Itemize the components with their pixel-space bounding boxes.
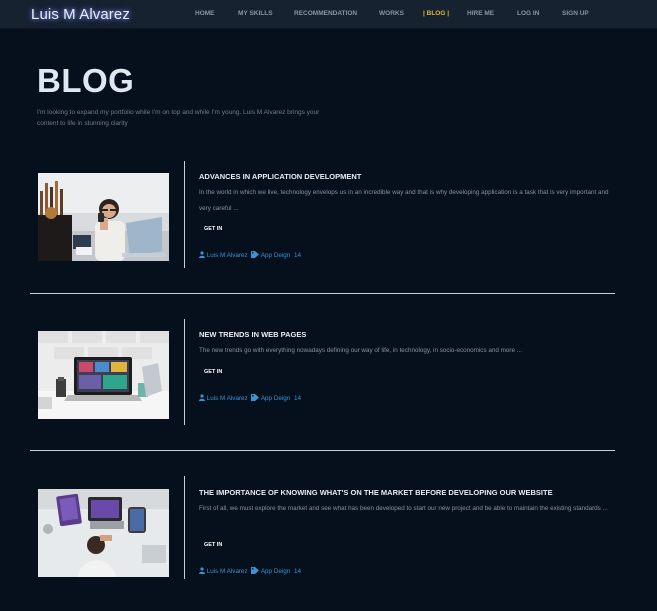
post-title[interactable]: ADVANCES IN APPLICATION DEVELOPMENT bbox=[199, 172, 361, 181]
tag-icon bbox=[251, 251, 260, 258]
tag-icon bbox=[251, 394, 260, 401]
user-icon bbox=[199, 394, 205, 401]
post-divider-line bbox=[184, 476, 185, 579]
post-excerpt: In the world in which we live, technolog… bbox=[199, 189, 609, 212]
nav-works[interactable]: WORKS bbox=[379, 10, 404, 17]
nav-recommendation[interactable]: RECOMMENDATION bbox=[294, 10, 357, 17]
post-count: 14 bbox=[294, 568, 302, 575]
top-navbar: Luis M Alvarez HOME MY SKILLS RECOMMENDA… bbox=[0, 0, 657, 29]
post-category[interactable]: App Deign bbox=[261, 395, 290, 402]
section-divider bbox=[30, 450, 615, 451]
post-count: 14 bbox=[294, 252, 302, 259]
post-excerpt: The new trends go with everything nowada… bbox=[199, 347, 522, 354]
nav-my-skills[interactable]: MY SKILLS bbox=[238, 10, 273, 17]
woman-with-laptop-photo[interactable] bbox=[38, 173, 169, 261]
section-divider bbox=[30, 293, 615, 294]
post-title[interactable]: THE IMPORTANCE OF KNOWING WHAT'S ON THE … bbox=[199, 488, 553, 497]
nav-home[interactable]: HOME bbox=[195, 10, 215, 17]
post-author[interactable]: Luis M Alvarez bbox=[207, 395, 248, 402]
nav-sign-up[interactable]: SIGN UP bbox=[562, 10, 589, 17]
get-in-button[interactable]: GET IN bbox=[204, 369, 222, 375]
brand-logo[interactable]: Luis M Alvarez bbox=[31, 6, 130, 23]
user-icon bbox=[199, 567, 205, 574]
laptop-on-desk-photo[interactable] bbox=[38, 331, 169, 419]
post-count: 14 bbox=[294, 395, 302, 402]
nav-blog[interactable]: | BLOG | bbox=[423, 10, 449, 17]
post-category[interactable]: App Deign bbox=[261, 568, 290, 575]
overhead-desk-photo[interactable] bbox=[38, 489, 169, 577]
post-divider-line bbox=[184, 319, 185, 425]
nav-hire-me[interactable]: HIRE ME bbox=[467, 10, 494, 17]
page-title: BLOG bbox=[37, 62, 135, 99]
post-meta: Luis M Alvarez App Deign 14 bbox=[199, 394, 303, 402]
post-meta: Luis M Alvarez App Deign 14 bbox=[199, 251, 303, 259]
user-icon bbox=[199, 251, 205, 258]
post-meta: Luis M Alvarez App Deign 14 bbox=[199, 567, 303, 575]
post-category[interactable]: App Deign bbox=[261, 252, 290, 259]
post-title[interactable]: NEW TRENDS IN WEB PAGES bbox=[199, 330, 306, 339]
post-divider-line bbox=[184, 161, 185, 268]
get-in-button[interactable]: GET IN bbox=[204, 542, 222, 548]
page-subtitle: I'm looking to expand my portfolio while… bbox=[37, 109, 320, 127]
get-in-button[interactable]: GET IN bbox=[204, 226, 222, 232]
post-excerpt: First of all, we must explore the market… bbox=[199, 505, 608, 512]
tag-icon bbox=[251, 567, 260, 574]
nav-log-in[interactable]: LOG IN bbox=[517, 10, 539, 17]
post-author[interactable]: Luis M Alvarez bbox=[207, 568, 248, 575]
post-author[interactable]: Luis M Alvarez bbox=[207, 252, 248, 259]
